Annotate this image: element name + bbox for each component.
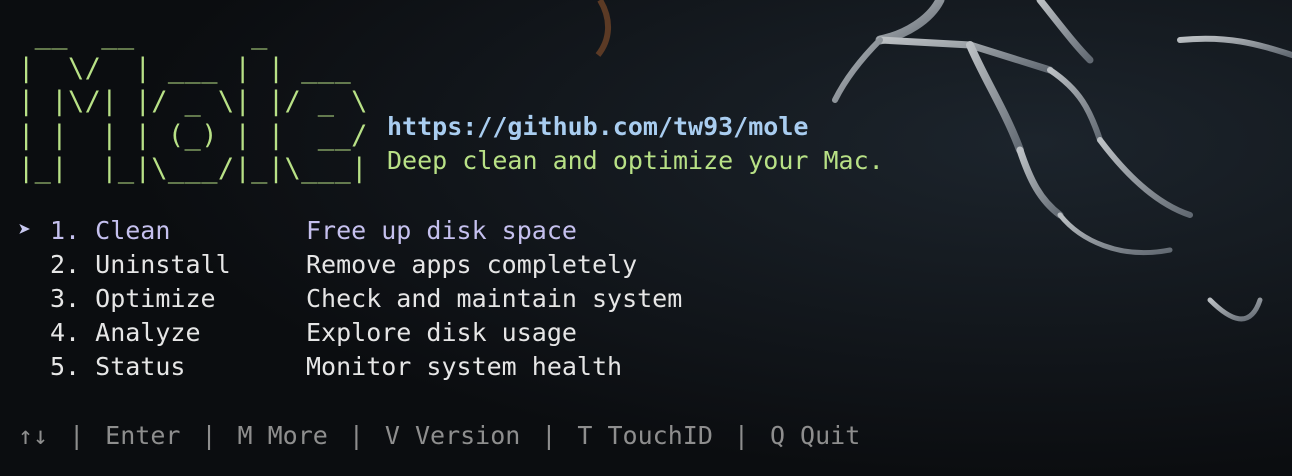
hint-separator: | <box>201 420 217 450</box>
menu-item-description: Check and maintain system <box>306 284 683 313</box>
menu-item-description: Free up disk space <box>306 216 577 245</box>
terminal-screen: __ __ _ | \/ | ___ | | ___ | |\/| |/ _ \… <box>0 0 1292 476</box>
version-hint[interactable]: V Version <box>385 421 520 450</box>
menu-item-status[interactable]: 5. Status Monitor system health <box>0 350 900 384</box>
menu-item-label: 5. Status <box>50 352 186 381</box>
menu-item-label: 2. Uninstall <box>50 250 231 279</box>
selection-arrow-icon: ➤ <box>18 218 32 243</box>
menu-item-clean[interactable]: ➤ 1. Clean Free up disk space <box>0 214 900 248</box>
hint-separator: | <box>348 420 364 450</box>
keybinding-hint-bar: ↑↓ | Enter | M More | V Version | T Touc… <box>18 418 860 452</box>
touchid-hint[interactable]: T TouchID <box>577 421 712 450</box>
tagline: Deep clean and optimize your Mac. <box>387 146 884 175</box>
ascii-logo: __ __ _ | \/ | ___ | | ___ | |\/| |/ _ \… <box>18 19 368 185</box>
menu-item-label: 3. Optimize <box>50 284 216 313</box>
enter-hint[interactable]: Enter <box>105 421 180 450</box>
menu-item-analyze[interactable]: 4. Analyze Explore disk usage <box>0 316 900 350</box>
menu-item-optimize[interactable]: 3. Optimize Check and maintain system <box>0 282 900 316</box>
hint-separator: | <box>541 420 557 450</box>
quit-hint[interactable]: Q Quit <box>770 421 860 450</box>
menu-item-description: Monitor system health <box>306 352 623 381</box>
menu-item-description: Remove apps completely <box>306 250 638 279</box>
repository-link[interactable]: https://github.com/tw93/mole <box>387 112 808 141</box>
hint-separator: | <box>733 420 749 450</box>
menu-item-label: 4. Analyze <box>50 318 201 347</box>
menu-item-uninstall[interactable]: 2. Uninstall Remove apps completely <box>0 248 900 282</box>
navigate-arrows-icon: ↑↓ <box>18 420 49 450</box>
menu-item-description: Explore disk usage <box>306 318 577 347</box>
menu-item-label: 1. Clean <box>50 216 171 245</box>
more-hint[interactable]: M More <box>238 421 328 450</box>
hint-separator: | <box>69 420 85 450</box>
